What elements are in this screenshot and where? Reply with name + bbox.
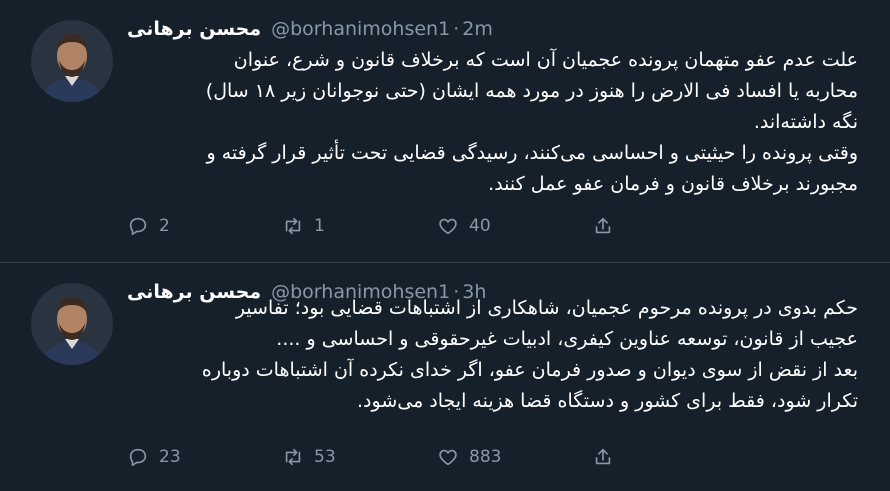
share-icon — [595, 448, 611, 465]
retweet-button[interactable]: 1 — [282, 211, 325, 241]
tweet-text: حکم بدوی در پرونده مرحوم عجمیان، شاهکاری… — [123, 293, 858, 417]
reply-count: 2 — [159, 216, 170, 236]
share-button[interactable] — [592, 211, 624, 241]
heart-icon — [439, 218, 457, 235]
tweet-text-line: بعد از نقض از سوی دیوان و صدور فرمان عفو… — [201, 359, 858, 381]
retweet-icon — [285, 448, 301, 466]
author-handle[interactable]: @borhanimohsen1 — [271, 18, 450, 40]
tweet-text-line: مجبورند برخلاف قانون و فرمان عفو عمل کنن… — [488, 173, 858, 195]
reply-button[interactable]: 23 — [127, 442, 181, 472]
reply-button[interactable]: 2 — [127, 211, 170, 241]
like-button[interactable]: 883 — [437, 442, 501, 472]
tweet-text-line: تکرار شود، فقط برای کشور و دستگاه قضا هز… — [357, 390, 858, 412]
like-button[interactable]: 40 — [437, 211, 491, 241]
author-display-name[interactable]: محسن برهانی — [127, 18, 261, 40]
tweet[interactable]: محسن برهانی @borhanimohsen1 · 3h حکم بدو… — [0, 263, 890, 491]
tweet-actions: 2 1 40 — [127, 211, 627, 241]
tweet-actions: 23 53 883 — [127, 442, 627, 472]
separator: · — [453, 18, 460, 40]
reply-icon — [129, 217, 147, 236]
retweet-count: 53 — [314, 447, 336, 467]
tweet[interactable]: محسن برهانی @borhanimohsen1 · 2m علت عدم… — [0, 0, 890, 262]
share-button[interactable] — [592, 442, 624, 472]
reply-icon — [129, 448, 147, 467]
reply-count: 23 — [159, 447, 181, 467]
tweet-text-line: علت عدم عفو متهمان پرونده عجمیان آن است … — [233, 49, 858, 71]
retweet-icon — [285, 217, 301, 235]
heart-icon — [439, 449, 457, 466]
tweet-text-line: حکم بدوی در پرونده مرحوم عجمیان، شاهکاری… — [235, 297, 858, 319]
tweet-text-line: نگه داشته‌اند. — [753, 111, 858, 133]
retweet-button[interactable]: 53 — [282, 442, 336, 472]
tweet-text: علت عدم عفو متهمان پرونده عجمیان آن است … — [123, 45, 858, 200]
like-count: 40 — [469, 216, 491, 236]
tweet-header: محسن برهانی @borhanimohsen1 · 2m — [127, 14, 493, 44]
share-icon — [595, 217, 611, 234]
avatar[interactable] — [31, 20, 113, 102]
tweet-text-line: عجیب از قانون، توسعه عناوین کیفری، ادبیا… — [276, 328, 858, 350]
tweet-text-line: محاربه یا افساد فی الارض را هنوز در مورد… — [205, 80, 858, 102]
timestamp[interactable]: 2m — [462, 18, 493, 40]
avatar[interactable] — [31, 283, 113, 365]
retweet-count: 1 — [314, 216, 325, 236]
tweet-text-line: وقتی پرونده را حیثیتی و احساسی می‌کنند، … — [206, 142, 858, 164]
like-count: 883 — [469, 447, 502, 467]
